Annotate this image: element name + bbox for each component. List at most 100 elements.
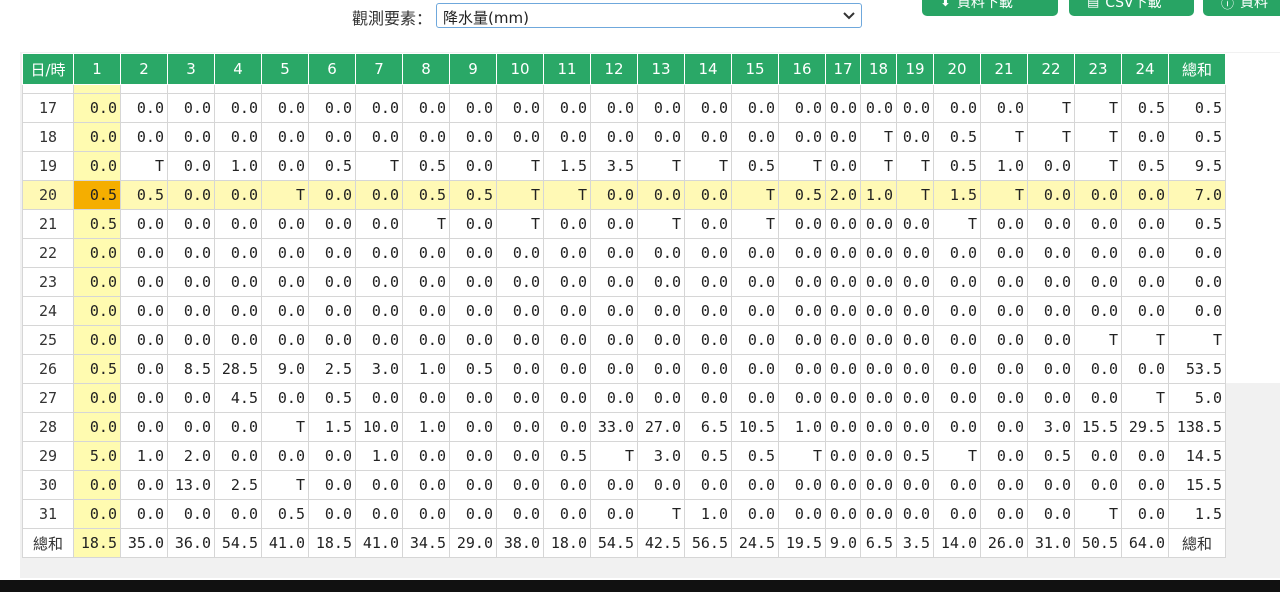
value-cell[interactable]: 0.0 xyxy=(590,383,638,413)
value-cell[interactable]: 0.0 xyxy=(261,441,309,471)
value-cell[interactable]: 3.5 xyxy=(590,151,638,181)
value-cell[interactable]: 0.0 xyxy=(120,383,168,413)
value-cell[interactable]: 2.0 xyxy=(167,441,215,471)
value-cell[interactable]: 10.5 xyxy=(731,412,779,442)
value-cell[interactable]: 0.5 xyxy=(402,151,450,181)
value-cell[interactable]: 0.0 xyxy=(1074,209,1122,239)
value-cell[interactable]: 0.0 xyxy=(684,383,732,413)
value-cell[interactable]: 0.5 xyxy=(896,441,934,471)
value-cell[interactable]: 0.0 xyxy=(120,470,168,500)
value-cell[interactable]: 0.0 xyxy=(860,499,897,529)
value-cell[interactable]: 0.0 xyxy=(684,122,732,152)
table-row[interactable]: 17 0.0 0.0 0.0 0.0 0.0 0.0 0.0 0.0 0.0 0.0 0.0 0.0 0.… xyxy=(22,93,1226,123)
value-cell[interactable]: 0.0 xyxy=(73,238,121,268)
value-cell[interactable]: 0.0 xyxy=(402,325,450,355)
table-row[interactable]: 19 0.0 T 0.0 1.0 0.0 0.5 T 0.5 0.0 T 1.5 3.5 T T 0.5 T 0.… xyxy=(22,151,1226,181)
value-cell[interactable]: 0.0 xyxy=(120,122,168,152)
value-cell[interactable]: 0.0 xyxy=(825,209,861,239)
value-cell[interactable]: 2.5 xyxy=(214,470,262,500)
value-cell[interactable]: 0.0 xyxy=(543,354,591,384)
value-cell[interactable]: 0.0 xyxy=(73,470,121,500)
value-cell[interactable]: T xyxy=(261,180,309,210)
value-cell[interactable]: 1.0 xyxy=(214,151,262,181)
value-cell[interactable]: 0.0 xyxy=(825,499,861,529)
value-cell[interactable]: T xyxy=(1074,151,1122,181)
value-cell[interactable]: 0.0 xyxy=(167,267,215,297)
value-cell[interactable]: 0.0 xyxy=(167,412,215,442)
value-cell[interactable]: 0.0 xyxy=(496,383,544,413)
value-cell[interactable]: T xyxy=(933,209,981,239)
value-cell[interactable]: 0.0 xyxy=(120,238,168,268)
value-cell[interactable]: 1.0 xyxy=(402,354,450,384)
value-cell[interactable]: 0.5 xyxy=(120,180,168,210)
value-cell[interactable]: 0.0 xyxy=(980,470,1028,500)
value-cell[interactable]: 3.0 xyxy=(1027,412,1075,442)
value-cell[interactable]: 0.0 xyxy=(308,238,356,268)
value-cell[interactable]: 0.0 xyxy=(496,499,544,529)
value-cell[interactable]: 0.0 xyxy=(1121,499,1169,529)
value-cell[interactable]: 0.0 xyxy=(543,412,591,442)
value-cell[interactable]: 0.0 xyxy=(214,180,262,210)
value-cell[interactable]: 0.0 xyxy=(1121,209,1169,239)
value-cell[interactable]: 0.0 xyxy=(933,412,981,442)
value-cell[interactable]: 0.5 xyxy=(73,209,121,239)
total-cell[interactable]: 9.5 xyxy=(1168,151,1226,181)
value-cell[interactable]: 0.5 xyxy=(261,499,309,529)
value-cell[interactable]: 2.0 xyxy=(825,180,861,210)
value-cell[interactable]: 0.0 xyxy=(73,325,121,355)
value-cell[interactable]: 0.0 xyxy=(449,93,497,123)
csv-download-button[interactable]: ▤ CSV下載 xyxy=(1069,0,1194,16)
value-cell[interactable]: 33.0 xyxy=(590,412,638,442)
value-cell[interactable]: 0.0 xyxy=(1027,470,1075,500)
value-cell[interactable]: 0.0 xyxy=(778,296,826,326)
value-cell[interactable]: 27.0 xyxy=(637,412,685,442)
value-cell[interactable]: 0.0 xyxy=(214,412,262,442)
value-cell[interactable]: 0.0 xyxy=(167,209,215,239)
value-cell[interactable]: 0.0 xyxy=(896,325,934,355)
value-cell[interactable]: 0.0 xyxy=(590,354,638,384)
value-cell[interactable]: 0.0 xyxy=(167,122,215,152)
value-cell[interactable]: 0.0 xyxy=(980,267,1028,297)
value-cell[interactable]: 0.0 xyxy=(402,238,450,268)
value-cell[interactable]: 0.0 xyxy=(308,93,356,123)
value-cell[interactable]: 0.0 xyxy=(825,325,861,355)
value-cell[interactable]: 29.5 xyxy=(1121,412,1169,442)
value-cell[interactable]: 0.5 xyxy=(731,441,779,471)
value-cell[interactable]: 1.0 xyxy=(120,441,168,471)
value-cell[interactable]: 0.0 xyxy=(167,499,215,529)
value-cell[interactable]: 4.5 xyxy=(214,383,262,413)
value-cell[interactable]: 0.0 xyxy=(1121,296,1169,326)
value-cell[interactable]: T xyxy=(860,151,897,181)
value-cell[interactable]: 0.0 xyxy=(731,122,779,152)
value-cell[interactable]: 0.0 xyxy=(355,238,403,268)
value-cell[interactable]: 10.0 xyxy=(355,412,403,442)
value-cell[interactable]: 0.0 xyxy=(214,209,262,239)
total-cell[interactable]: 53.5 xyxy=(1168,354,1226,384)
value-cell[interactable]: 0.0 xyxy=(933,325,981,355)
value-cell[interactable]: 0.0 xyxy=(167,383,215,413)
value-cell[interactable]: 0.0 xyxy=(731,470,779,500)
value-cell[interactable]: 0.0 xyxy=(449,383,497,413)
value-cell[interactable]: 0.0 xyxy=(980,441,1028,471)
value-cell[interactable]: 0.0 xyxy=(860,238,897,268)
value-cell[interactable]: 0.0 xyxy=(1074,296,1122,326)
value-cell[interactable]: 0.0 xyxy=(1074,267,1122,297)
value-cell[interactable]: 0.5 xyxy=(778,180,826,210)
value-cell[interactable]: 5.0 xyxy=(73,441,121,471)
value-cell[interactable]: 0.0 xyxy=(778,122,826,152)
value-cell[interactable]: 0.0 xyxy=(980,238,1028,268)
value-cell[interactable]: 0.0 xyxy=(308,209,356,239)
value-cell[interactable]: 0.0 xyxy=(896,499,934,529)
value-cell[interactable]: 0.0 xyxy=(355,209,403,239)
value-cell[interactable]: 0.0 xyxy=(731,383,779,413)
value-cell[interactable]: 0.0 xyxy=(1027,499,1075,529)
value-cell[interactable]: 0.0 xyxy=(355,296,403,326)
value-cell[interactable]: 0.0 xyxy=(825,122,861,152)
value-cell[interactable]: 0.0 xyxy=(214,267,262,297)
value-cell[interactable]: 0.0 xyxy=(825,296,861,326)
value-cell[interactable]: 15.5 xyxy=(1074,412,1122,442)
observe-element-select[interactable]: 降水量(mm) xyxy=(436,3,862,28)
value-cell[interactable]: 0.0 xyxy=(1121,180,1169,210)
table-row[interactable]: 20 0.5 0.5 0.0 0.0 T 0.0 0.0 0.5 0.5 T T 0.0 0.0 0.0 T 0… xyxy=(22,180,1226,210)
value-cell[interactable]: 0.0 xyxy=(1074,441,1122,471)
